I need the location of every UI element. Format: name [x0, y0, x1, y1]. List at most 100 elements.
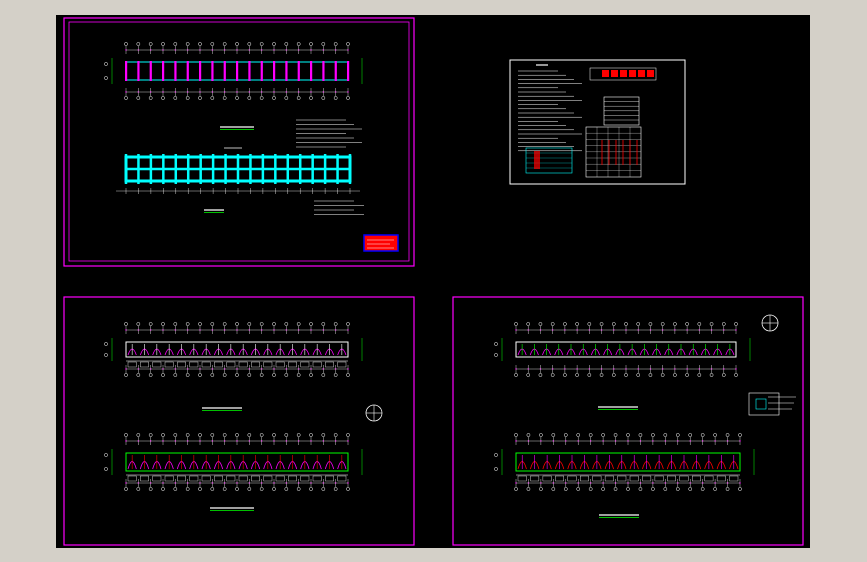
axis-bubble: [210, 42, 215, 46]
room-cell: [592, 475, 602, 482]
room-cell: [312, 475, 322, 482]
axis-bubble: [173, 322, 178, 326]
room-cell: [337, 475, 347, 482]
axis-bubble: [148, 322, 153, 326]
axis-bubble: [272, 322, 276, 326]
axis-bubble: [198, 42, 202, 46]
room-cell: [263, 361, 273, 368]
axis-bubble: [494, 353, 498, 357]
axis-bubble: [104, 453, 108, 457]
room-cell: [555, 475, 564, 482]
rebar-cell: [611, 70, 618, 77]
sheet-outer-frame: [63, 17, 415, 267]
axis-bubble: [124, 373, 128, 377]
axis-bubble: [514, 487, 518, 491]
axis-bubble: [185, 96, 190, 100]
sheet-bottom-right: [452, 296, 804, 546]
wall-outline: [125, 452, 349, 472]
axis-bubble: [734, 373, 738, 377]
axis-bubble: [148, 487, 153, 491]
room-cell: [238, 361, 248, 368]
axis-bubble: [550, 373, 555, 377]
wall-outline: [125, 341, 349, 358]
cad-drawing-viewport[interactable]: [56, 15, 810, 548]
sheet-top-right: [509, 59, 686, 185]
column-mark: [162, 61, 165, 81]
axis-bubble: [296, 322, 301, 326]
axis-bubble: [173, 433, 178, 437]
axis-bubble: [688, 433, 693, 437]
axis-bubble: [104, 62, 108, 66]
axis-bubble: [235, 373, 239, 377]
axis-bubble: [235, 487, 239, 491]
cad-canvas[interactable]: [56, 15, 810, 548]
axis-bubble: [346, 373, 350, 377]
axis-bubble: [624, 373, 628, 377]
axis-bubble: [675, 487, 680, 491]
axis-bubble: [222, 433, 227, 437]
axis-bubble: [124, 487, 128, 491]
axis-bubble: [550, 322, 555, 326]
axis-bubble: [576, 433, 581, 437]
axis-bubble: [526, 373, 531, 377]
axis-bubble: [198, 96, 202, 100]
axis-bubble: [284, 96, 289, 100]
axis-bubble: [575, 322, 579, 326]
axis-bubble: [494, 342, 498, 346]
column-mark: [125, 61, 128, 81]
wall-outline: [515, 452, 741, 472]
axis-bubble: [551, 487, 556, 491]
room-cell: [692, 475, 701, 482]
axis-bubble: [638, 433, 643, 437]
axis-bubble: [161, 373, 165, 377]
detail-table: [585, 126, 642, 178]
axis-bubble: [296, 373, 301, 377]
axis-bubble: [309, 433, 313, 437]
axis-bubble: [148, 433, 153, 437]
room-cell: [325, 361, 334, 368]
axis-bubble: [259, 487, 264, 491]
axis-bubble: [346, 433, 350, 437]
axis-bubble: [259, 96, 264, 100]
room-cell: [325, 475, 334, 482]
axis-bubble: [673, 373, 677, 377]
sheet-inner-frame: [68, 21, 410, 262]
axis-bubble: [626, 433, 630, 437]
room-cell: [300, 475, 310, 482]
column-mark: [310, 61, 313, 81]
axis-bubble: [235, 433, 239, 437]
axis-bubble: [247, 322, 252, 326]
axis-bubble: [124, 433, 128, 437]
room-cell: [238, 475, 248, 482]
column-mark: [174, 61, 177, 81]
axis-bubble: [563, 373, 567, 377]
rebar-cell: [620, 70, 627, 77]
axis-bubble: [198, 433, 202, 437]
axis-bubble: [709, 373, 714, 377]
axis-bubble: [636, 373, 641, 377]
axis-bubble: [660, 322, 665, 326]
axis-bubble: [259, 373, 264, 377]
column-mark: [322, 61, 325, 81]
axis-bubble: [272, 433, 276, 437]
room-cell: [164, 361, 174, 368]
axis-bubble: [198, 373, 202, 377]
room-cell: [275, 475, 285, 482]
axis-bubble: [563, 433, 568, 437]
room-cell: [617, 475, 627, 482]
axis-bubble: [309, 42, 313, 46]
axis-bubble: [296, 487, 301, 491]
axis-bubble: [333, 42, 338, 46]
axis-bubble: [272, 487, 276, 491]
room-cell: [517, 475, 527, 482]
column-mark: [186, 61, 189, 81]
axis-bubble: [161, 433, 165, 437]
axis-bubble: [697, 322, 702, 326]
axis-bubble: [104, 76, 108, 80]
rebar-cell: [638, 70, 645, 77]
room-cell: [729, 475, 739, 482]
axis-bubble: [551, 433, 556, 437]
room-cell: [337, 361, 347, 368]
axis-bubble: [713, 487, 717, 491]
axis-bubble: [563, 322, 567, 326]
